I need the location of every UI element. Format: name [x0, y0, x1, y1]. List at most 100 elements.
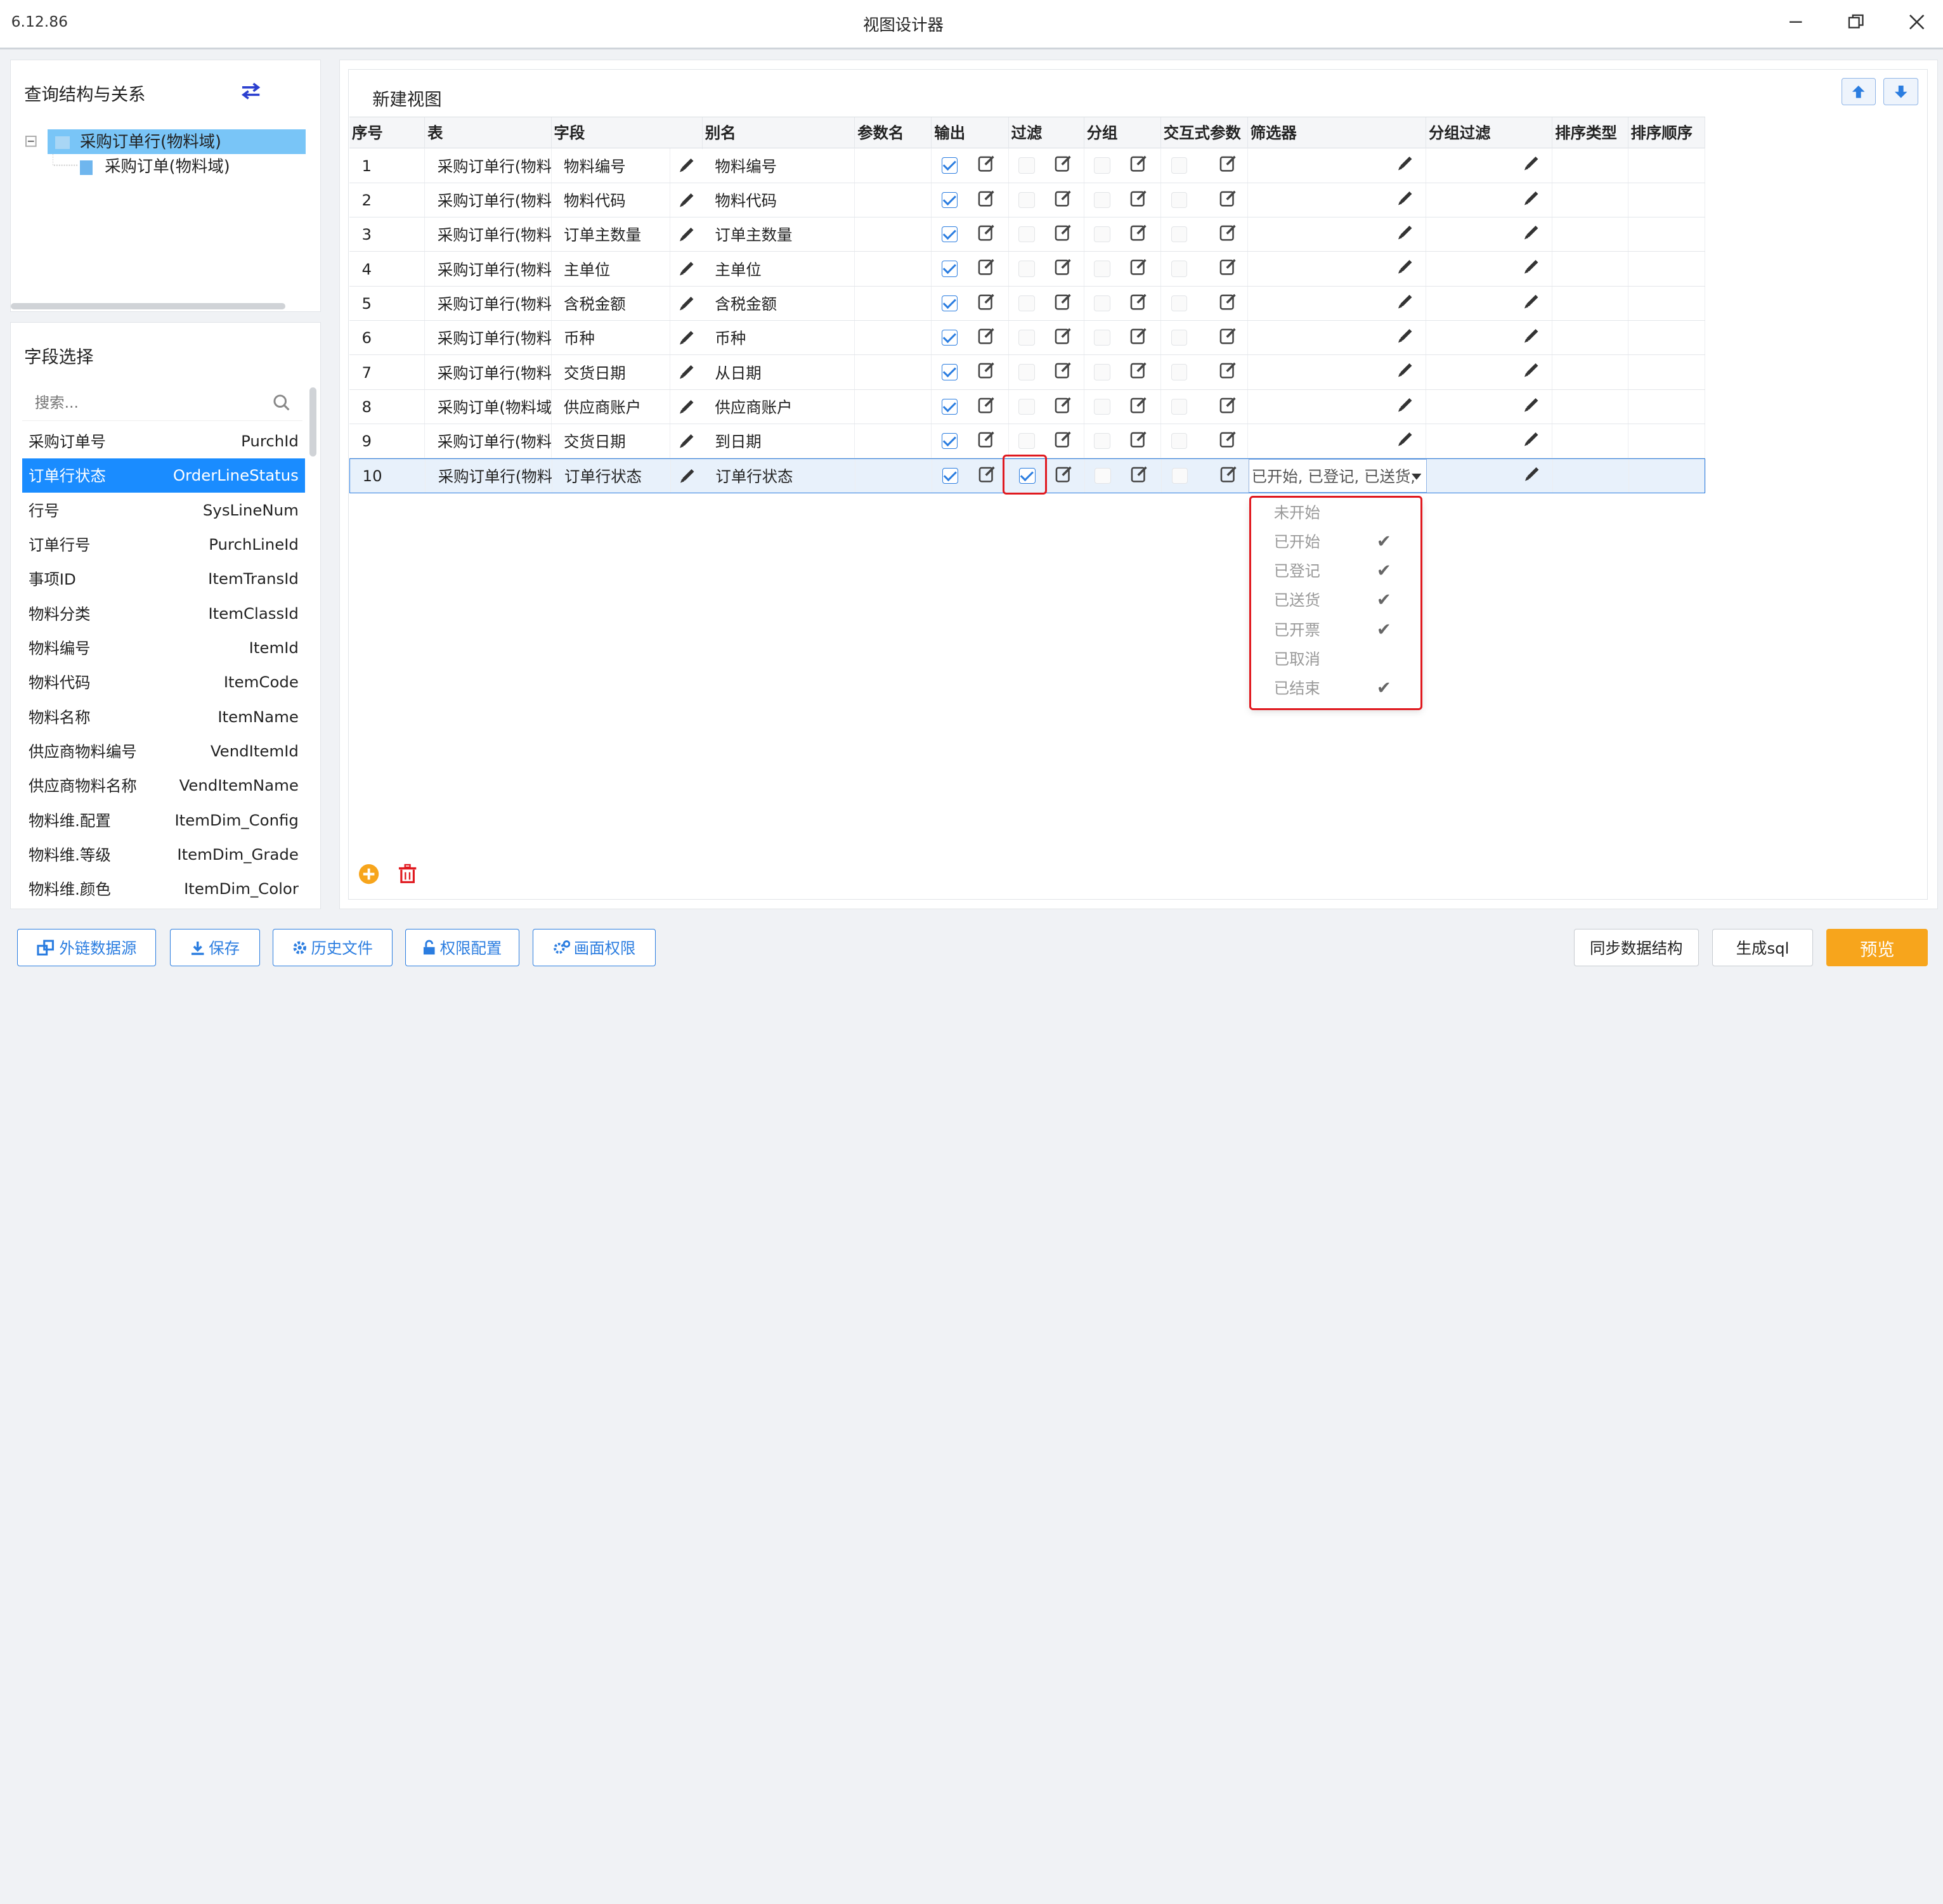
sort-type-cell[interactable]	[1552, 148, 1628, 183]
pencil-icon[interactable]	[1397, 224, 1413, 244]
pencil-icon[interactable]	[670, 148, 703, 182]
field-cell[interactable]: 物料编号	[552, 148, 671, 183]
edit-icon[interactable]	[1219, 431, 1237, 451]
interactive-param-checkbox[interactable]	[1171, 467, 1188, 484]
group-checkbox[interactable]	[1095, 467, 1111, 484]
tree-node-purch-line[interactable]: 采购订单行(物料域)	[55, 129, 221, 154]
filter-checkbox[interactable]	[1018, 398, 1035, 415]
edit-icon[interactable]	[1130, 327, 1147, 348]
sort-order-cell[interactable]	[1628, 389, 1705, 424]
sort-order-cell[interactable]	[1628, 355, 1705, 389]
param-name-cell[interactable]	[855, 355, 932, 389]
edit-icon[interactable]	[1219, 224, 1237, 245]
interactive-param-checkbox[interactable]	[1171, 432, 1187, 450]
field-cell[interactable]: 交货日期	[552, 355, 671, 389]
screen-permission-button[interactable]: 画面权限	[533, 929, 656, 967]
pencil-icon[interactable]	[1523, 397, 1539, 417]
close-button[interactable]	[1899, 8, 1936, 37]
param-name-cell[interactable]	[855, 459, 933, 493]
interactive-param-checkbox[interactable]	[1171, 261, 1187, 277]
pencil-icon[interactable]	[1397, 155, 1413, 175]
field-item[interactable]: 物料维.颜色 ItemDim_Color	[22, 871, 305, 906]
sort-type-cell[interactable]	[1552, 355, 1628, 389]
field-cell[interactable]: 订单行状态	[552, 459, 672, 493]
pencil-icon[interactable]	[1397, 259, 1413, 278]
edit-icon[interactable]	[1219, 293, 1237, 314]
group-checkbox[interactable]	[1094, 157, 1110, 174]
table-name-cell[interactable]: 采购订单行(物料	[426, 459, 552, 493]
field-item[interactable]: 物料编号 ItemId	[22, 630, 305, 665]
output-checkbox[interactable]	[942, 295, 958, 312]
param-name-cell[interactable]	[855, 286, 932, 321]
output-checkbox[interactable]	[942, 191, 958, 209]
field-cell[interactable]: 含税金额	[552, 286, 671, 321]
edit-icon[interactable]	[1055, 190, 1072, 210]
table-row[interactable]: 8 采购订单(物料域 供应商账户 供应商账户	[349, 389, 1705, 425]
column-header[interactable]: 交互式参数	[1161, 117, 1248, 150]
preview-button[interactable]: 预览	[1826, 929, 1928, 967]
output-checkbox[interactable]	[942, 226, 958, 243]
column-header[interactable]: 参数名	[855, 117, 932, 150]
sort-type-cell[interactable]	[1552, 252, 1628, 286]
edit-icon[interactable]	[1130, 431, 1147, 451]
field-item[interactable]: 物料分类 ItemClassId	[22, 596, 305, 631]
edit-icon[interactable]	[1055, 155, 1072, 176]
edit-icon[interactable]	[1130, 361, 1147, 382]
edit-icon[interactable]	[978, 396, 995, 417]
param-name-cell[interactable]	[855, 252, 932, 286]
sort-type-cell[interactable]	[1552, 321, 1628, 355]
pencil-icon[interactable]	[670, 424, 703, 458]
field-item[interactable]: 事项ID ItemTransId	[22, 562, 305, 597]
field-item[interactable]: 采购订单号 PurchId	[22, 424, 305, 458]
edit-icon[interactable]	[978, 431, 995, 451]
column-header[interactable]: 排序顺序	[1628, 117, 1705, 150]
table-name-cell[interactable]: 采购订单行(物料	[425, 321, 552, 355]
interactive-param-checkbox[interactable]	[1171, 191, 1187, 209]
column-header[interactable]: 排序类型	[1552, 117, 1628, 150]
pencil-icon[interactable]	[1523, 155, 1539, 175]
group-checkbox[interactable]	[1094, 295, 1110, 312]
edit-icon[interactable]	[978, 258, 995, 279]
save-button[interactable]: 保存	[169, 929, 261, 967]
output-checkbox[interactable]	[942, 398, 958, 415]
table-name-cell[interactable]: 采购订单行(物料	[425, 217, 552, 252]
column-header[interactable]: 筛选器	[1248, 117, 1427, 150]
field-cell[interactable]: 订单主数量	[552, 217, 671, 252]
filter-checkbox[interactable]	[1018, 261, 1035, 277]
field-item[interactable]: 供应商物料编号 VendItemId	[22, 734, 305, 768]
field-cell[interactable]: 交货日期	[552, 424, 671, 458]
tree-node-purch-order[interactable]: 采购订单(物料域)	[80, 154, 230, 179]
pencil-icon[interactable]	[670, 252, 703, 285]
delete-row-icon[interactable]	[398, 864, 417, 884]
field-item[interactable]: 订单行号 PurchLineId	[22, 527, 305, 562]
sort-order-cell[interactable]	[1628, 183, 1705, 217]
filter-checkbox[interactable]	[1018, 364, 1035, 380]
table-row[interactable]: 1 采购订单行(物料 物料编号 物料编号	[349, 148, 1705, 183]
move-up-button[interactable]	[1841, 78, 1876, 106]
edit-icon[interactable]	[1130, 155, 1147, 176]
interactive-param-checkbox[interactable]	[1171, 330, 1187, 346]
edit-icon[interactable]	[1130, 190, 1147, 210]
pencil-icon[interactable]	[1523, 328, 1539, 347]
restore-button[interactable]	[1838, 8, 1875, 37]
edit-icon[interactable]	[1055, 396, 1072, 417]
add-row-icon[interactable]	[358, 864, 379, 884]
pencil-icon[interactable]	[1397, 294, 1413, 313]
sort-type-cell[interactable]	[1552, 217, 1628, 252]
edit-icon[interactable]	[1055, 431, 1072, 451]
param-name-cell[interactable]	[855, 148, 932, 183]
alias-cell[interactable]: 供应商账户	[703, 389, 855, 424]
alias-cell[interactable]: 含税金额	[703, 286, 855, 321]
edit-icon[interactable]	[1219, 361, 1237, 382]
column-header[interactable]: 字段	[552, 117, 703, 150]
filter-checkbox[interactable]	[1018, 226, 1035, 243]
field-item[interactable]: 订单行状态 OrderLineStatus	[22, 458, 305, 493]
field-cell[interactable]: 物料代码	[552, 183, 671, 217]
edit-icon[interactable]	[1055, 293, 1072, 314]
sort-type-cell[interactable]	[1552, 389, 1628, 424]
group-checkbox[interactable]	[1094, 226, 1110, 243]
sync-structure-button[interactable]: 同步数据结构	[1573, 929, 1699, 967]
table-name-cell[interactable]: 采购订单行(物料	[425, 183, 552, 217]
edit-icon[interactable]	[978, 293, 995, 314]
pencil-icon[interactable]	[670, 390, 703, 424]
